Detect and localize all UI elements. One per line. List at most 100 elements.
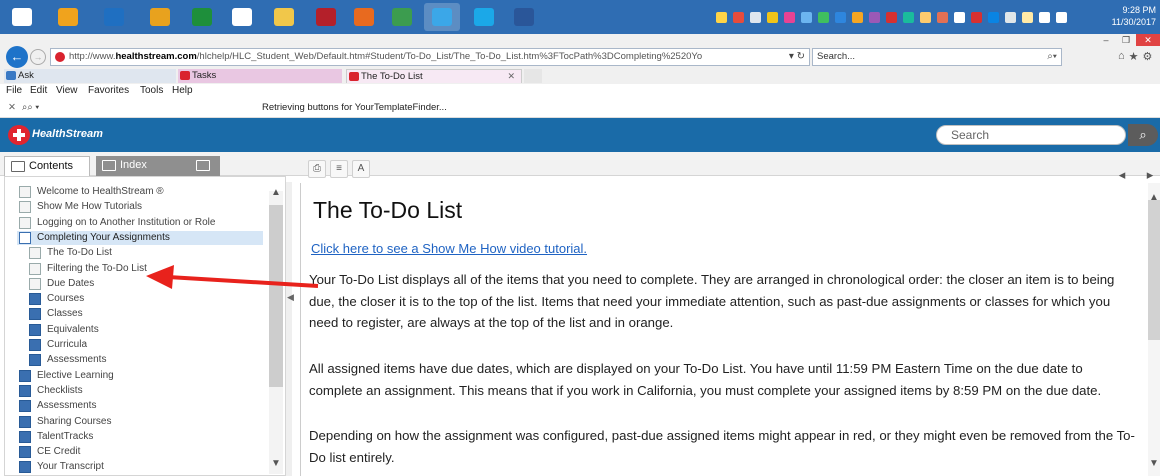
tray-icon[interactable] [801, 11, 812, 23]
print-button[interactable]: ⎙ [308, 160, 326, 178]
toc-item[interactable]: Sharing Courses [17, 415, 111, 429]
help-search-input[interactable]: Search [936, 125, 1126, 145]
search-button[interactable]: ⌕ [1128, 124, 1158, 146]
previous-topic-button[interactable]: ◂ [1112, 168, 1132, 182]
tray-icon[interactable] [1005, 11, 1016, 23]
toc-item[interactable]: Show Me How Tutorials [17, 200, 142, 214]
toc-item[interactable]: Completing Your Assignments [17, 230, 263, 245]
toc-item[interactable]: Your Transcript [17, 460, 104, 474]
network-icon[interactable] [954, 11, 965, 23]
menu-favorites[interactable]: Favorites [88, 84, 129, 98]
tray-icon[interactable] [852, 11, 863, 23]
toc-item[interactable]: Classes [27, 307, 83, 321]
toc-item[interactable]: Due Dates [27, 277, 94, 291]
close-toolbar-icon[interactable]: ✕ [8, 99, 16, 117]
forward-button[interactable]: → [30, 49, 46, 65]
toc-item[interactable]: Assessments [27, 353, 106, 367]
toc-item[interactable]: The To-Do List [27, 246, 112, 260]
gear-icon[interactable]: ⚙ [1143, 50, 1153, 63]
toc-item[interactable]: Logging on to Another Institution or Rol… [17, 216, 215, 230]
tab-glossary[interactable] [190, 156, 220, 176]
taskbar-button[interactable] [50, 3, 86, 31]
tray-icon[interactable] [835, 11, 846, 23]
clear-highlight-button[interactable]: A [352, 160, 370, 178]
video-tutorial-link[interactable]: Click here to see a Show Me How video tu… [311, 241, 587, 256]
toc-item[interactable]: Welcome to HealthStream ® [17, 185, 164, 199]
chrome-icon [392, 8, 412, 26]
toc-item[interactable]: Courses [27, 292, 84, 306]
taskbar-button[interactable] [4, 3, 40, 31]
tab-ask[interactable]: Ask [4, 69, 176, 83]
tab-contents[interactable]: Contents [4, 156, 90, 176]
menu-help[interactable]: Help [172, 84, 193, 98]
refresh-icon[interactable]: ▾ ↻ [789, 49, 805, 65]
tray-icon[interactable] [750, 11, 761, 23]
next-topic-button[interactable]: ▸ [1140, 168, 1160, 182]
taskbar-button[interactable] [424, 3, 460, 31]
toc-item[interactable]: Assessments [17, 399, 96, 413]
tab-tasks[interactable]: Tasks [178, 69, 342, 83]
tray-icon[interactable] [920, 11, 931, 23]
tray-icon[interactable] [733, 11, 744, 23]
chevron-down-icon[interactable]: ▼ [269, 458, 283, 470]
toc-item[interactable]: Equivalents [27, 323, 99, 337]
taskbar-button[interactable] [224, 3, 260, 31]
taskbar-button[interactable] [266, 3, 302, 31]
menu-view[interactable]: View [56, 84, 78, 98]
menu-tools[interactable]: Tools [140, 84, 163, 98]
tray-icon[interactable] [971, 11, 982, 23]
toc-item[interactable]: Filtering the To-Do List [27, 262, 147, 276]
chevron-up-icon[interactable]: ▲ [269, 187, 283, 199]
tray-icon[interactable] [903, 11, 914, 23]
content-scrollbar-thumb[interactable] [1148, 200, 1160, 340]
address-bar[interactable]: http://www.healthstream.com/hlchelp/HLC_… [50, 48, 810, 66]
toc-item[interactable]: TalentTracks [17, 430, 93, 444]
tab-index[interactable]: Index [96, 156, 190, 176]
taskbar-button[interactable] [142, 3, 178, 31]
tray-icon[interactable] [784, 11, 795, 23]
toc-item-label: The To-Do List [47, 247, 112, 259]
taskbar-button[interactable] [384, 3, 420, 31]
collapse-pane-icon[interactable]: ◀ [287, 292, 294, 303]
tray-icon[interactable] [1022, 11, 1033, 23]
taskbar-button[interactable] [308, 3, 344, 31]
chevron-up-icon[interactable]: ▲ [1148, 192, 1160, 203]
system-tray[interactable] [716, 9, 1092, 25]
taskbar-clock[interactable]: 9:28 PM 11/30/2017 [1104, 4, 1156, 28]
chevron-down-icon[interactable]: ▼ [1148, 458, 1160, 469]
home-icon[interactable]: ⌂ [1118, 50, 1125, 63]
tray-icon[interactable] [869, 11, 880, 23]
list-button[interactable]: ≡ [330, 160, 348, 178]
firefox-icon [354, 8, 374, 26]
tray-icon[interactable] [937, 11, 948, 23]
menu-edit[interactable]: Edit [30, 84, 47, 98]
toc-scrollbar-thumb[interactable] [269, 205, 283, 387]
pane-splitter[interactable] [286, 182, 292, 476]
tray-icon[interactable] [767, 11, 778, 23]
tray-icon[interactable] [988, 11, 999, 23]
menu-file[interactable]: File [6, 84, 22, 98]
taskbar-button[interactable] [506, 3, 542, 31]
favorites-star-icon[interactable]: ★ [1129, 50, 1139, 63]
volume-icon[interactable] [1039, 11, 1050, 23]
new-tab-button[interactable] [524, 69, 542, 83]
tab-the-to-do-list[interactable]: The To-Do List ✕ [346, 69, 522, 83]
keyboard-icon[interactable] [1056, 11, 1067, 23]
paragraph-due-dates: All assigned items have due dates, which… [309, 361, 1102, 398]
taskbar-button[interactable] [466, 3, 502, 31]
tray-icon[interactable] [818, 11, 829, 23]
taskbar-button[interactable] [184, 3, 220, 31]
search-toolbar-icon[interactable]: ⌕⌕ ▾ [22, 99, 39, 117]
tray-icon[interactable] [716, 11, 727, 23]
toc-item[interactable]: CE Credit [17, 445, 80, 459]
close-tab-icon[interactable]: ✕ [507, 70, 515, 83]
back-button[interactable]: ← [6, 46, 28, 68]
taskbar-button[interactable] [346, 3, 382, 31]
toc-item[interactable]: Curricula [27, 338, 87, 352]
taskbar-button[interactable] [96, 3, 132, 31]
toc-item[interactable]: Checklists [17, 384, 83, 398]
tray-icon[interactable] [886, 11, 897, 23]
browser-search-input[interactable]: Search... ⌕▾ [812, 48, 1062, 66]
toc-item[interactable]: Elective Learning [17, 369, 114, 383]
search-icon[interactable]: ⌕▾ [1047, 49, 1057, 65]
